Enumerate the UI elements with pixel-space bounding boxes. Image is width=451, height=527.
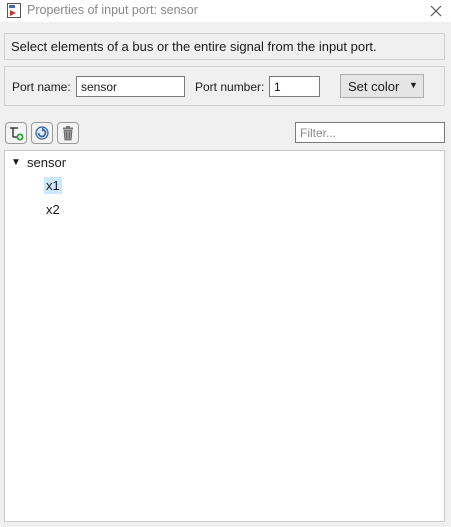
- tree-root-sensor[interactable]: sensor: [27, 155, 66, 170]
- port-number-label: Port number:: [195, 80, 265, 94]
- description-panel: Select elements of a bus or the entire s…: [4, 33, 445, 60]
- filter-input[interactable]: [295, 122, 445, 143]
- port-name-field[interactable]: [76, 76, 185, 97]
- description-text: Select elements of a bus or the entire s…: [11, 39, 377, 54]
- set-color-label: Set color: [348, 79, 400, 94]
- port-number-field[interactable]: [269, 76, 320, 97]
- signal-tree: ▼ sensor x1 x2: [4, 150, 445, 522]
- port-settings-panel: Port name: Port number: Set color ▼: [4, 66, 445, 106]
- expand-triangle-icon[interactable]: ▼: [11, 157, 21, 168]
- tree-item-x2[interactable]: x2: [44, 201, 62, 218]
- window-title: Properties of input port: sensor: [27, 3, 198, 17]
- add-element-button[interactable]: [5, 122, 27, 144]
- close-icon[interactable]: [427, 2, 445, 20]
- tree-item-x1[interactable]: x1: [44, 177, 62, 194]
- port-name-label: Port name:: [12, 80, 71, 94]
- refresh-button[interactable]: [31, 122, 53, 144]
- set-color-button[interactable]: Set color ▼: [340, 74, 424, 98]
- dropdown-arrow-icon: ▼: [409, 80, 418, 90]
- port-properties-icon: [7, 3, 21, 18]
- title-bar: Properties of input port: sensor: [0, 0, 451, 22]
- delete-button[interactable]: [57, 122, 79, 144]
